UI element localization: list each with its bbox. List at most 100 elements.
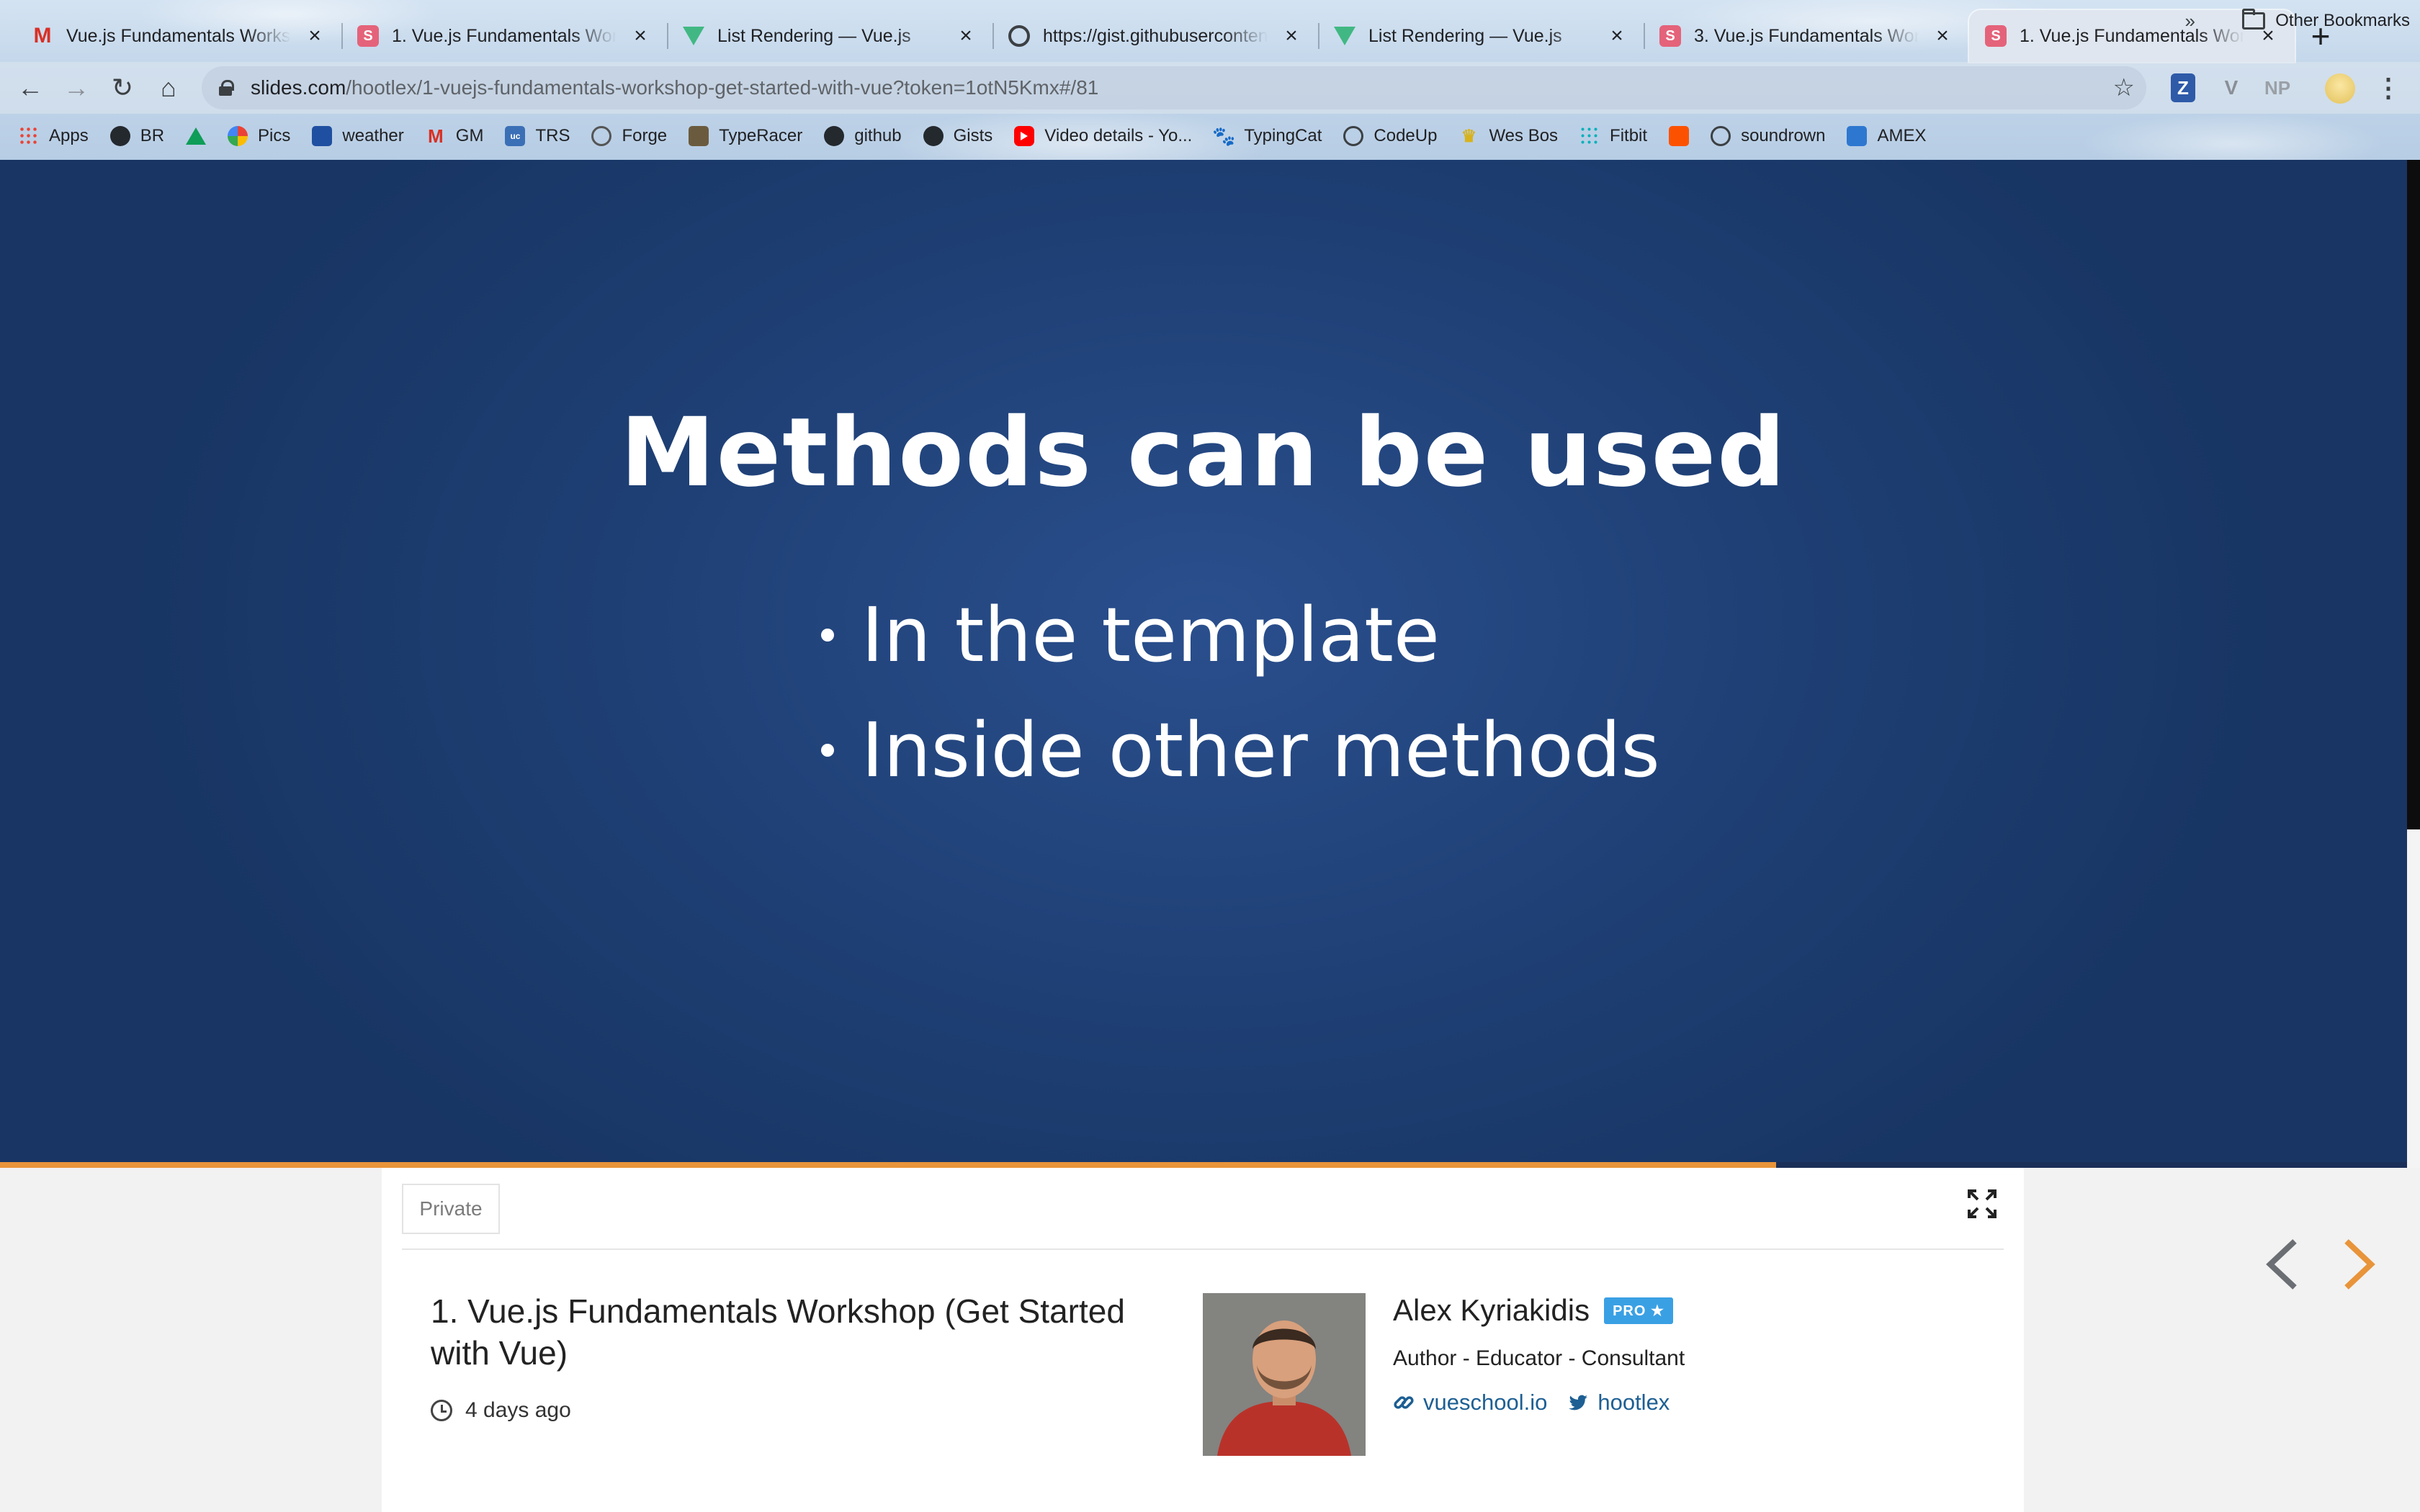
tab-title: https://gist.githubusercontent.com bbox=[1043, 25, 1268, 46]
other-bookmarks-folder[interactable]: Other Bookmarks bbox=[2242, 0, 2410, 42]
back-arrow-icon[interactable]: ← bbox=[7, 65, 53, 111]
next-slide-arrow-icon[interactable] bbox=[2339, 1237, 2380, 1292]
bookmark-item[interactable]: BR bbox=[109, 126, 164, 146]
close-tab-icon[interactable]: × bbox=[629, 24, 651, 48]
bullet-dot bbox=[821, 744, 834, 757]
url-text[interactable]: slides.com/hootlex/1-vuejs-fundamentals-… bbox=[251, 76, 1098, 99]
author-links: vueschool.io hootlex bbox=[1393, 1390, 1670, 1416]
browser-tab[interactable]: S 1. Vue.js Fundamentals Workshop × bbox=[341, 10, 667, 62]
bookmark-item[interactable]: Gists bbox=[923, 126, 993, 146]
address-bar[interactable]: slides.com/hootlex/1-vuejs-fundamentals-… bbox=[202, 66, 2146, 109]
browser-tab[interactable]: https://gist.githubusercontent.com × bbox=[992, 10, 1318, 62]
browser-tab[interactable]: S 3. Vue.js Fundamentals Workshop × bbox=[1644, 10, 1969, 62]
bookmark-label: Gists bbox=[953, 126, 993, 145]
bullet-dot bbox=[821, 629, 834, 642]
slides-icon: S bbox=[357, 25, 379, 47]
bookmark-item[interactable]: 🐾 TypingCat bbox=[1212, 125, 1322, 147]
bookmark-item[interactable]: AMEX bbox=[1847, 126, 1927, 146]
bookmark-label: TypingCat bbox=[1244, 126, 1322, 145]
bookmarks-bar: Apps BR Pics weather M GM uc TRS Forge TypeRacer g… bbox=[0, 115, 2420, 157]
fullscreen-icon[interactable] bbox=[1966, 1188, 1998, 1220]
github-icon bbox=[109, 126, 130, 146]
browser-tab[interactable]: M Vue.js Fundamentals Workshop × bbox=[16, 10, 341, 62]
profile-avatar-icon[interactable] bbox=[2325, 73, 2355, 104]
bookmark-item[interactable]: Fitbit bbox=[1579, 126, 1647, 146]
slides-icon: S bbox=[1659, 25, 1681, 47]
bookmark-item[interactable]: TypeRacer bbox=[689, 126, 802, 146]
bookmark-item[interactable]: Apps bbox=[19, 126, 89, 146]
forward-arrow-icon[interactable]: → bbox=[53, 65, 99, 111]
vue-devtools-extension-icon[interactable]: V bbox=[2218, 73, 2244, 102]
browser-toolbar: ← → ↻ ⌂ slides.com/hootlex/1-vuejs-funda… bbox=[0, 62, 2420, 114]
author-website-link[interactable]: vueschool.io bbox=[1393, 1390, 1547, 1416]
bookmark-item[interactable]: Forge bbox=[591, 126, 667, 146]
tab-title: 1. Vue.js Fundamentals Workshop bbox=[2020, 25, 2244, 46]
bookmark-label: soundrown bbox=[1741, 126, 1826, 145]
bookmark-item[interactable]: CodeUp bbox=[1343, 126, 1437, 146]
youtube-icon bbox=[1014, 126, 1035, 146]
bookmark-item[interactable]: github bbox=[824, 126, 902, 146]
close-tab-icon[interactable]: × bbox=[304, 24, 326, 48]
close-tab-icon[interactable]: × bbox=[1281, 24, 1302, 48]
previous-slide-arrow-icon[interactable] bbox=[2262, 1237, 2302, 1292]
lock-icon bbox=[219, 80, 234, 96]
bookmark-item[interactable]: uc TRS bbox=[505, 126, 570, 146]
scrollbar-thumb[interactable] bbox=[2407, 829, 2420, 1168]
bookmark-item[interactable]: M GM bbox=[426, 125, 484, 147]
gmail-icon: M bbox=[427, 125, 444, 147]
np-extension-icon[interactable]: NP bbox=[2259, 73, 2296, 102]
folder-icon bbox=[2242, 9, 2266, 30]
bookmark-label: github bbox=[854, 126, 902, 145]
bookmark-item[interactable] bbox=[1669, 126, 1690, 146]
bookmark-item[interactable] bbox=[186, 127, 207, 145]
browser-tab[interactable]: List Rendering — Vue.js × bbox=[667, 10, 992, 62]
author-avatar[interactable] bbox=[1203, 1293, 1366, 1456]
bookmark-item[interactable]: ♛ Wes Bos bbox=[1458, 126, 1558, 146]
browser-tab[interactable]: List Rendering — Vue.js × bbox=[1318, 10, 1644, 62]
bookmark-label: TRS bbox=[535, 126, 570, 145]
slide-progress-fill bbox=[0, 1162, 1777, 1168]
vue-icon bbox=[1334, 27, 1355, 45]
zotero-extension-icon[interactable]: Z bbox=[2171, 73, 2195, 102]
other-bookmarks-label: Other Bookmarks bbox=[2275, 11, 2410, 30]
slide-bullet-text: Inside other methods bbox=[861, 706, 1660, 794]
bookmarks-overflow-chevron[interactable]: » bbox=[2185, 0, 2195, 42]
forge-icon bbox=[591, 126, 612, 146]
bookmark-label: GM bbox=[455, 126, 484, 145]
close-tab-icon[interactable]: × bbox=[955, 24, 977, 48]
clock-icon bbox=[431, 1400, 452, 1421]
bookmark-item[interactable]: Video details - Yo... bbox=[1014, 126, 1192, 146]
slide-bullet-list: In the template Inside other methods bbox=[821, 577, 1660, 808]
slide-bullet-text: In the template bbox=[861, 591, 1440, 679]
vue-icon bbox=[683, 27, 704, 45]
author-name[interactable]: Alex Kyriakidis bbox=[1393, 1293, 1590, 1328]
author-twitter-link[interactable]: hootlex bbox=[1567, 1390, 1670, 1416]
tab-title: List Rendering — Vue.js bbox=[1368, 25, 1562, 46]
link-icon bbox=[1394, 1396, 1414, 1409]
bookmark-star-icon[interactable]: ☆ bbox=[2113, 73, 2135, 102]
bookmark-label: Wes Bos bbox=[1489, 126, 1559, 145]
author-name-row: Alex Kyriakidis PRO ★ bbox=[1393, 1293, 1673, 1328]
slide-viewport[interactable]: Methods can be used In the template Insi… bbox=[0, 160, 2407, 1290]
reload-icon[interactable]: ↻ bbox=[99, 65, 145, 111]
bookmark-label: AMEX bbox=[1877, 126, 1927, 145]
typeracer-icon bbox=[689, 126, 709, 146]
amex-icon bbox=[1847, 126, 1868, 146]
slide-title: Methods can be used bbox=[620, 397, 1787, 508]
author-twitter-text: hootlex bbox=[1597, 1390, 1670, 1415]
bookmark-item[interactable]: soundrown bbox=[1711, 126, 1825, 146]
bookmark-item[interactable]: Pics bbox=[228, 126, 290, 146]
home-icon[interactable]: ⌂ bbox=[145, 65, 192, 111]
github-icon bbox=[923, 126, 944, 146]
browser-chrome: M Vue.js Fundamentals Workshop × S 1. Vue.js… bbox=[0, 0, 2420, 160]
browser-menu-icon[interactable]: ⋮ bbox=[2374, 73, 2403, 102]
google-photos-icon bbox=[228, 126, 248, 146]
visibility-badge[interactable]: Private bbox=[402, 1184, 500, 1234]
close-tab-icon[interactable]: × bbox=[1932, 24, 1953, 48]
bookmark-item[interactable]: weather bbox=[312, 126, 404, 146]
tab-title: 1. Vue.js Fundamentals Workshop bbox=[392, 25, 617, 46]
globe-icon bbox=[1711, 126, 1731, 146]
close-tab-icon[interactable]: × bbox=[1606, 24, 1628, 48]
fitbit-icon bbox=[1579, 126, 1600, 146]
scrollbar-track bbox=[2407, 160, 2420, 829]
